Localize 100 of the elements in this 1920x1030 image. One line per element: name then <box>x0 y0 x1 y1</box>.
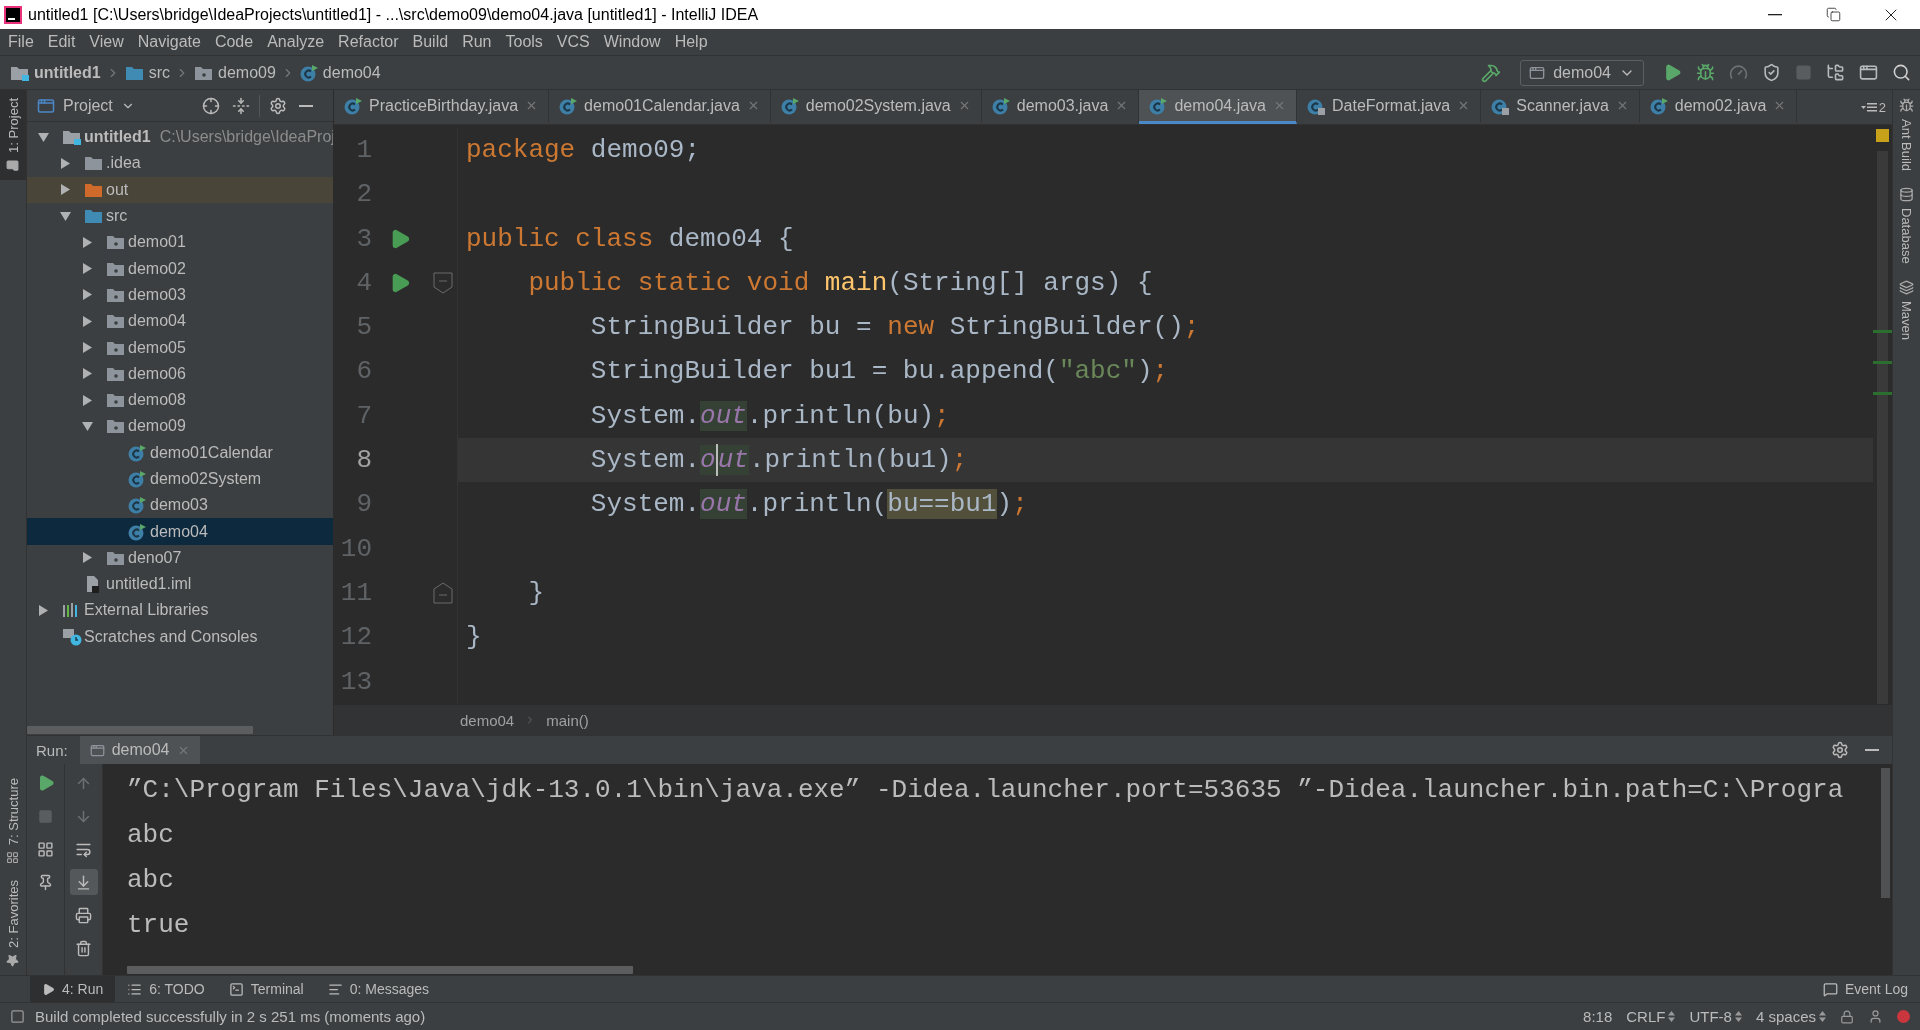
tab-list-button[interactable]: 2 <box>1854 90 1892 124</box>
menu-item[interactable]: View <box>82 29 131 55</box>
tool-window-tab[interactable]: Ant Build <box>1893 90 1920 180</box>
status-item[interactable]: 4 spaces <box>1755 1008 1826 1025</box>
scrollbar-thumb[interactable] <box>27 725 253 734</box>
tree-item[interactable]: demo09 <box>27 413 333 440</box>
tree-item[interactable]: demo03 <box>27 492 333 519</box>
run-config-dropdown[interactable]: demo04 <box>1520 59 1644 86</box>
tree-item[interactable]: demo02System <box>27 465 333 493</box>
breadcrumb-item[interactable]: src <box>124 63 170 82</box>
editor-tab[interactable]: DateFormat.java <box>1297 90 1482 124</box>
menu-item[interactable]: Help <box>667 29 715 55</box>
breadcrumb-item[interactable]: untitled1 <box>10 63 101 82</box>
lock-icon[interactable] <box>1840 1009 1854 1024</box>
menu-item[interactable]: Edit <box>40 29 83 55</box>
package-icon <box>106 392 125 409</box>
tool-window-tab[interactable]: Terminal <box>216 976 316 1002</box>
menu-item[interactable]: Analyze <box>260 29 332 55</box>
expand-arrow-icon[interactable] <box>82 420 93 432</box>
tree-item[interactable]: demo01 <box>27 229 333 256</box>
menu-item[interactable]: Build <box>405 29 456 55</box>
tree-item[interactable]: demo08 <box>27 386 333 414</box>
breadcrumb-item[interactable]: demo04 <box>460 711 515 729</box>
expand-arrow-icon[interactable] <box>82 368 93 380</box>
expand-arrow-icon[interactable] <box>60 210 71 222</box>
tool-window-tab[interactable]: 4: Run <box>30 976 116 1002</box>
line-number: 13 <box>339 665 373 699</box>
menu-item[interactable]: File <box>1 29 41 55</box>
editor-tab[interactable]: demo02.java <box>1639 90 1798 124</box>
tree-item[interactable]: out <box>27 176 333 203</box>
scrollbar-track[interactable] <box>1877 151 1888 704</box>
expand-arrow-icon[interactable] <box>82 342 93 353</box>
tool-window-tab[interactable]: Maven <box>1893 271 1920 348</box>
menu-item[interactable]: Navigate <box>130 29 208 55</box>
editor-tab[interactable]: PracticeBirthday.java <box>334 90 550 124</box>
expand-arrow-icon[interactable] <box>60 184 71 196</box>
expand-arrow-icon[interactable] <box>82 263 93 275</box>
scrollbar-thumb[interactable] <box>127 965 633 974</box>
menu-item[interactable]: Tools <box>498 29 550 55</box>
menu-item[interactable]: VCS <box>549 29 597 55</box>
tree-item[interactable]: .idea <box>27 150 333 177</box>
editor-tab[interactable]: demo04.java <box>1139 90 1297 124</box>
fold-icon[interactable] <box>433 272 453 295</box>
code-line: public static void main(String[] args) { <box>527 266 1154 300</box>
tool-window-tab[interactable]: Database <box>1893 179 1920 272</box>
editor-tab[interactable]: Scanner.java <box>1481 90 1640 124</box>
tree-item[interactable]: demo04 <box>27 518 333 545</box>
window-title: untitled1 [C:\Users\bridge\IdeaProjects\untitled1] - ...\src\demo09\demo04.java [untitled1] - IntelliJ IDEA <box>28 5 760 24</box>
tree-item[interactable]: External Libraries <box>27 597 333 624</box>
tree-item[interactable]: Scratches and Consoles <box>27 623 333 650</box>
breadcrumb-item[interactable]: demo09 <box>194 63 276 82</box>
search-icon <box>1892 63 1911 82</box>
expand-arrow-icon[interactable] <box>82 394 93 406</box>
expand-arrow-icon[interactable] <box>82 236 93 248</box>
tree-item[interactable]: untitled1 C:\Users\bridge\IdeaProj <box>27 124 333 151</box>
tool-window-tab[interactable]: 2: Favorites <box>0 872 26 975</box>
project-view-dropdown[interactable]: Project <box>33 96 139 115</box>
class-icon <box>128 470 146 488</box>
tree-item[interactable]: demo06 <box>27 360 333 387</box>
tool-window-tab[interactable]: 7: Structure <box>0 769 26 873</box>
scroll-to-end-button[interactable] <box>69 869 98 895</box>
expand-arrow-icon[interactable] <box>82 289 93 301</box>
tool-window-tab[interactable]: 6: TODO <box>115 976 217 1002</box>
tree-item[interactable]: demo01Calendar <box>27 439 333 466</box>
editor-tab[interactable]: demo02System.java <box>770 90 982 124</box>
expand-arrow-icon[interactable] <box>38 605 49 616</box>
person-icon[interactable] <box>1868 1009 1883 1024</box>
event-log-tab[interactable]: Event Log <box>1810 976 1920 1002</box>
app-logo-icon <box>4 5 22 24</box>
menu-item[interactable]: Refactor <box>331 29 406 55</box>
tree-item[interactable]: demo04 <box>27 308 333 335</box>
expand-arrow-icon[interactable] <box>38 131 49 143</box>
scrollbar-thumb[interactable] <box>1880 768 1890 898</box>
breadcrumb-item[interactable]: main() <box>546 711 589 729</box>
expand-arrow-icon[interactable] <box>60 157 71 169</box>
tree-item[interactable]: demo03 <box>27 281 333 309</box>
hide-button[interactable] <box>1862 746 1882 754</box>
status-item[interactable]: 8:18 <box>1583 1008 1613 1025</box>
tree-item[interactable]: demo02 <box>27 255 333 282</box>
tree-item[interactable]: deno07 <box>27 544 333 572</box>
breadcrumb-item[interactable]: demo04 <box>299 63 381 82</box>
tool-window-tab[interactable]: 0: Messages <box>315 976 442 1002</box>
tree-item[interactable]: src <box>27 202 333 230</box>
expand-arrow-icon[interactable] <box>82 552 93 564</box>
tool-window-tab[interactable]: 1: Project <box>0 90 26 180</box>
run-tab[interactable]: demo04 <box>79 736 200 764</box>
panel-toggle-icon[interactable] <box>10 1009 25 1024</box>
menu-item[interactable]: Run <box>455 29 499 55</box>
status-item[interactable]: CRLF <box>1626 1008 1676 1025</box>
menu-item[interactable]: Window <box>596 29 668 55</box>
arrow-to-line-icon <box>75 873 92 891</box>
expand-arrow-icon[interactable] <box>82 315 93 327</box>
code-line: System.out.println(bu==bu1); <box>589 488 1029 522</box>
fold-icon[interactable] <box>433 582 453 605</box>
window-icon <box>1859 63 1878 82</box>
tree-item[interactable]: demo05 <box>27 334 333 361</box>
menu-item[interactable]: Code <box>207 29 261 55</box>
editor-tab[interactable]: demo01Calendar.java <box>549 90 771 124</box>
tree-item[interactable]: untitled1.iml <box>27 571 333 598</box>
status-item[interactable]: UTF-8 <box>1689 1008 1742 1025</box>
